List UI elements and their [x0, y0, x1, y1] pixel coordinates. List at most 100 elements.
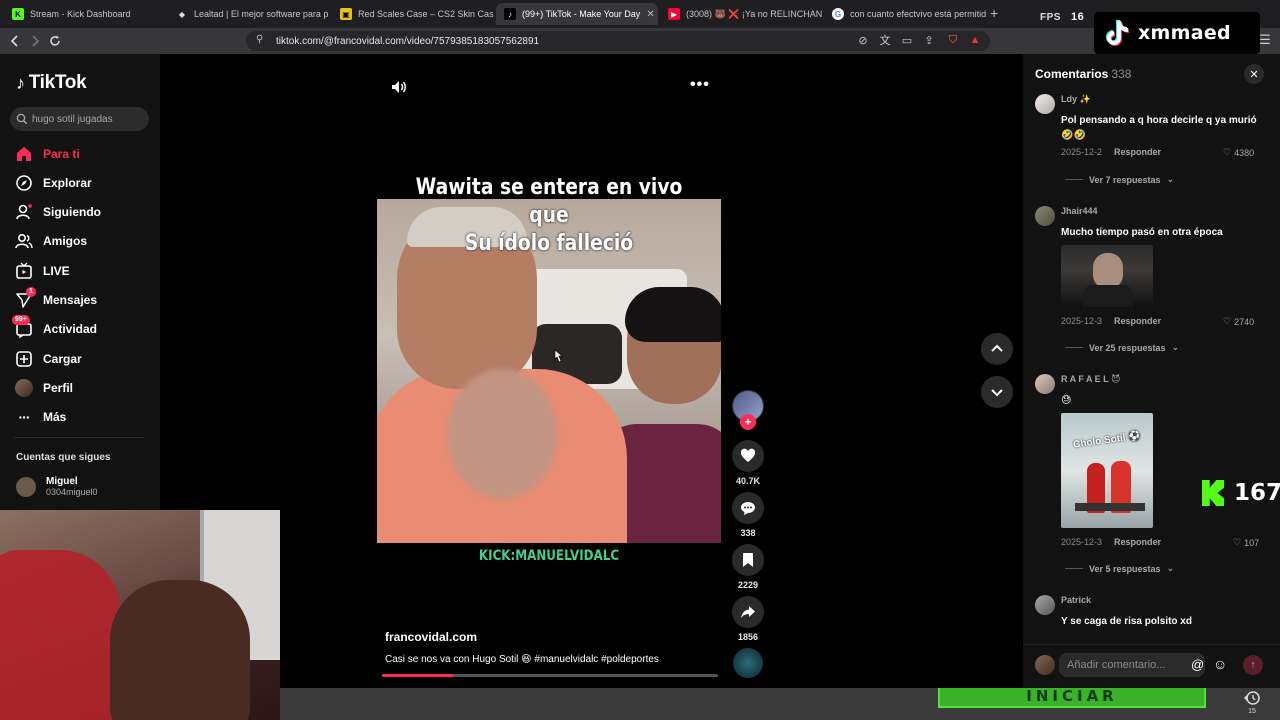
search-box[interactable]	[10, 107, 149, 131]
avatar[interactable]	[1035, 94, 1055, 114]
tab-tiktok[interactable]: ♪ (99+) TikTok - Make Your Day ✕	[496, 3, 658, 25]
chevron-down-icon: ⌄	[1166, 174, 1175, 184]
save-button[interactable]	[732, 544, 764, 576]
comment-button[interactable]	[732, 492, 764, 524]
forward-button[interactable]	[26, 32, 44, 50]
sidebar-item-siguiendo[interactable]: Siguiendo	[14, 201, 101, 223]
sidebar-item-perfil[interactable]: Perfil	[14, 377, 73, 399]
tab-title: Red Scales Case – CS2 Skin Case Ope	[358, 9, 494, 19]
view-replies-button[interactable]: Ver 7 respuestas ⌄	[1065, 174, 1174, 185]
sidebar-item-actividad[interactable]: 99+ Actividad	[12, 315, 97, 340]
follow-plus-button[interactable]: +	[740, 414, 756, 430]
next-video-button[interactable]	[981, 376, 1013, 408]
translate-icon[interactable]: 文	[878, 33, 892, 47]
more-options-icon[interactable]: •••	[690, 76, 710, 94]
comment-text: 😓	[1061, 395, 1072, 406]
streamer-brand-overlay: xmmaed	[1094, 12, 1260, 54]
avatar[interactable]	[1035, 206, 1055, 226]
emoji-icon[interactable]: ☺	[1213, 656, 1227, 672]
tab-google[interactable]: G con cuanto efectvivo está permitido	[824, 3, 986, 25]
comment-image[interactable]: Cholo Sotil ⚽	[1061, 413, 1153, 528]
youtube-icon: ▶	[668, 8, 680, 20]
volume-button[interactable]	[390, 78, 408, 96]
comment-like-button[interactable]: ♡ 2740	[1223, 316, 1254, 327]
mention-icon[interactable]: @	[1191, 657, 1204, 672]
comment-input[interactable]	[1059, 653, 1205, 677]
no-translate-icon[interactable]: ⊘	[856, 33, 870, 47]
video-stage: ••• Wawita se entera en vivo que Su ídol…	[160, 54, 1023, 688]
reply-button[interactable]: Responder	[1114, 147, 1161, 157]
video-author[interactable]: francovidal.com	[385, 630, 477, 644]
music-disc[interactable]	[733, 648, 763, 678]
reply-button[interactable]: Responder	[1114, 537, 1161, 547]
sidebar-item-mas[interactable]: ··· Más	[14, 406, 67, 428]
heart-outline-icon: ♡	[1233, 537, 1242, 547]
comment-user[interactable]: R A F A E L 😈	[1061, 374, 1120, 385]
video-progress-bar[interactable]	[382, 674, 718, 677]
new-tab-button[interactable]: +	[990, 5, 998, 21]
share-icon[interactable]: ⇪	[922, 33, 936, 47]
sidebar-item-para-ti[interactable]: Para ti	[14, 143, 80, 165]
sidebar-item-explorar[interactable]: Explorar	[14, 172, 92, 194]
following-account[interactable]: Miguel 0304miguel0	[16, 476, 98, 497]
sidebar-item-amigos[interactable]: Amigos	[14, 230, 87, 252]
fps-counter: FPS 16	[1040, 11, 1085, 23]
cast-icon[interactable]: ▭	[900, 33, 914, 47]
tab-kick-dashboard[interactable]: K Stream - Kick Dashboard	[4, 3, 164, 25]
tab-title: Lealtad | El mejor software para pote	[194, 9, 328, 19]
avatar[interactable]	[1035, 595, 1055, 615]
comment-user[interactable]: Jhair444	[1061, 206, 1098, 216]
comment-text: Y se caga de risa polsito xd	[1061, 616, 1192, 627]
alert-icon[interactable]: ▲	[968, 33, 982, 47]
chevron-up-icon	[991, 344, 1003, 352]
video-overlay-title: Wawita se entera en vivo que Su ídolo fa…	[415, 175, 683, 256]
following-name: Miguel	[46, 476, 78, 487]
brave-shield-icon[interactable]: ⛉	[946, 33, 960, 47]
tiktok-logo[interactable]: ♪ TikTok	[16, 72, 87, 94]
view-replies-button[interactable]: Ver 25 respuestas ⌄	[1065, 342, 1179, 353]
comment-user[interactable]: Patrick	[1061, 595, 1091, 605]
tab-red-scales[interactable]: ▣ Red Scales Case – CS2 Skin Case Ope	[332, 3, 494, 25]
kick-icon: K	[12, 8, 24, 20]
menu-icon[interactable]: ☰	[1258, 32, 1272, 47]
sidebar-item-live[interactable]: LIVE	[14, 260, 70, 282]
close-tab-icon[interactable]: ✕	[646, 9, 654, 20]
close-comments-button[interactable]: ✕	[1244, 64, 1264, 84]
avatar	[16, 476, 36, 497]
avatar[interactable]	[1035, 374, 1055, 394]
like-button[interactable]	[732, 440, 764, 472]
video-caption: Casi se nos va con Hugo Sotil 😆 #manuelv…	[385, 654, 659, 665]
following-icon	[14, 202, 34, 222]
site-settings-icon[interactable]: ⚲	[256, 34, 263, 45]
bookmark-icon	[743, 553, 753, 567]
comment-user[interactable]: Ldy ✨	[1061, 94, 1091, 105]
address-bar: ⚲ tiktok.com/@francovidal.com/video/7579…	[0, 28, 1280, 54]
comment-item: R A F A E L 😈 😓 Cholo Sotil ⚽ 2025-12-3 R…	[1035, 374, 1265, 554]
send-button[interactable]: ↑	[1243, 655, 1263, 675]
reload-button[interactable]	[46, 32, 64, 50]
view-replies-button[interactable]: Ver 5 respuestas ⌄	[1065, 563, 1174, 574]
previous-video-button[interactable]	[981, 333, 1013, 365]
sidebar-divider	[14, 437, 144, 438]
tab-youtube[interactable]: ▶ (3008) 🐻 ❌ ¡Ya no RELINCHAN a ZE	[660, 3, 822, 25]
comment-like-button[interactable]: ♡ 4380	[1223, 147, 1254, 158]
comment-image[interactable]	[1061, 245, 1153, 307]
back-button[interactable]	[6, 32, 24, 50]
share-button[interactable]	[732, 596, 764, 628]
tab-lealtad[interactable]: ◆ Lealtad | El mejor software para pote	[168, 3, 328, 25]
mouse-cursor-icon	[554, 349, 563, 363]
image-caption: Cholo Sotil ⚽	[1072, 430, 1142, 451]
heart-icon	[740, 448, 756, 462]
reply-button[interactable]: Responder	[1114, 316, 1161, 326]
tiktok-logo-icon	[1106, 20, 1129, 46]
start-button-overlay: INICIAR	[938, 688, 1206, 708]
sidebar-item-cargar[interactable]: Cargar	[14, 348, 82, 370]
comment-like-button[interactable]: ♡ 107	[1233, 537, 1259, 548]
heart-outline-icon: ♡	[1223, 147, 1232, 157]
sidebar-item-mensajes[interactable]: 1 Mensajes	[14, 287, 97, 311]
chevron-down-icon	[991, 389, 1003, 397]
arrow-up-icon: ↑	[1250, 659, 1256, 671]
search-input[interactable]	[32, 113, 142, 125]
comment-composer: @ ☺ ↑	[1023, 644, 1280, 688]
history-widget[interactable]: 15	[1240, 690, 1264, 715]
